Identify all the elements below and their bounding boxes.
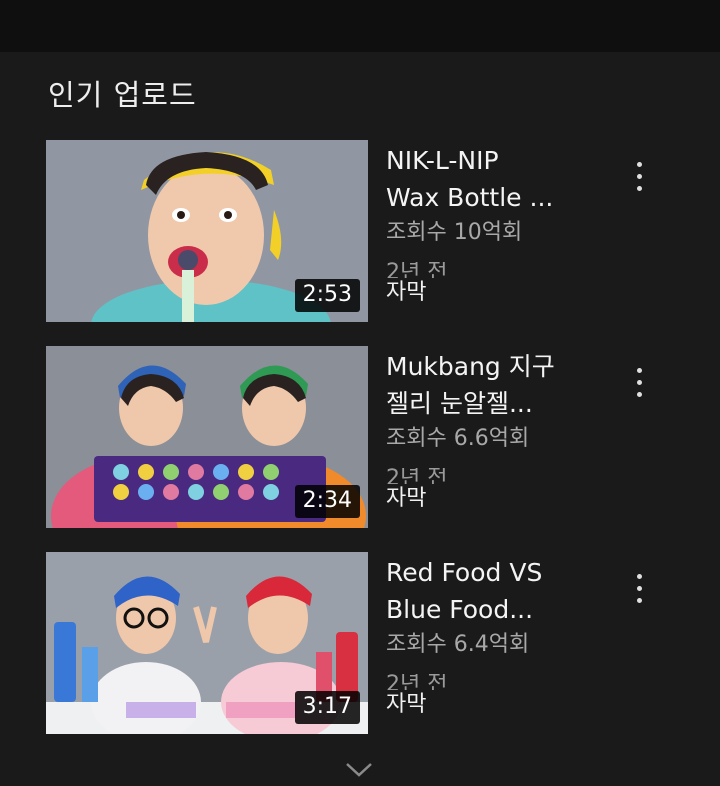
upload-age-text: 2년 전 [386, 468, 448, 484]
video-info: Red Food VS Blue Food... 조회수 6.4억회 2년 전 … [386, 554, 616, 720]
captions-badge: 자막 [386, 486, 427, 511]
captions-badge: 자막 [386, 280, 427, 305]
upload-age: 2년 전 [386, 468, 616, 484]
video-duration: 2:34 [294, 485, 360, 518]
video-title-line2[interactable]: Blue Food... [386, 591, 616, 628]
upload-age: 2년 전 [386, 262, 616, 278]
video-item[interactable]: 2:34 Mukbang 지구 젤리 눈알젤... 조회수 6.6억회 2년 전… [46, 346, 676, 530]
captions-badge: 자막 [386, 692, 427, 717]
video-title-line2[interactable]: Wax Bottle ... [386, 179, 616, 216]
chevron-down-icon[interactable] [344, 760, 374, 778]
upload-age: 2년 전 [386, 674, 616, 690]
more-vert-icon[interactable] [632, 368, 646, 404]
top-bar [0, 0, 720, 52]
view-count: 조회수 6.6억회 [386, 426, 530, 451]
upload-age-text: 2년 전 [386, 674, 448, 690]
video-title-line2[interactable]: 젤리 눈알젤... [386, 385, 616, 422]
video-title-line1[interactable]: Red Food VS [386, 554, 616, 591]
video-info: NIK-L-NIP Wax Bottle ... 조회수 10억회 2년 전 자… [386, 142, 616, 308]
more-vert-icon[interactable] [632, 162, 646, 198]
video-duration: 3:17 [294, 691, 360, 724]
upload-age-text: 2년 전 [386, 262, 448, 278]
more-vert-icon[interactable] [632, 574, 646, 610]
section-title: 인기 업로드 [48, 78, 197, 112]
video-thumbnail[interactable]: 2:53 [46, 140, 368, 322]
video-duration: 2:53 [294, 279, 360, 312]
video-title-line1[interactable]: NIK-L-NIP [386, 142, 616, 179]
video-thumbnail[interactable]: 3:17 [46, 552, 368, 734]
view-count: 조회수 6.4억회 [386, 632, 530, 657]
video-item[interactable]: 3:17 Red Food VS Blue Food... 조회수 6.4억회 … [46, 552, 676, 736]
view-count: 조회수 10억회 [386, 220, 523, 245]
video-thumbnail[interactable]: 2:34 [46, 346, 368, 528]
video-item[interactable]: 2:53 NIK-L-NIP Wax Bottle ... 조회수 10억회 2… [46, 140, 676, 324]
video-title-line1[interactable]: Mukbang 지구 [386, 348, 616, 385]
video-info: Mukbang 지구 젤리 눈알젤... 조회수 6.6억회 2년 전 자막 [386, 348, 616, 514]
